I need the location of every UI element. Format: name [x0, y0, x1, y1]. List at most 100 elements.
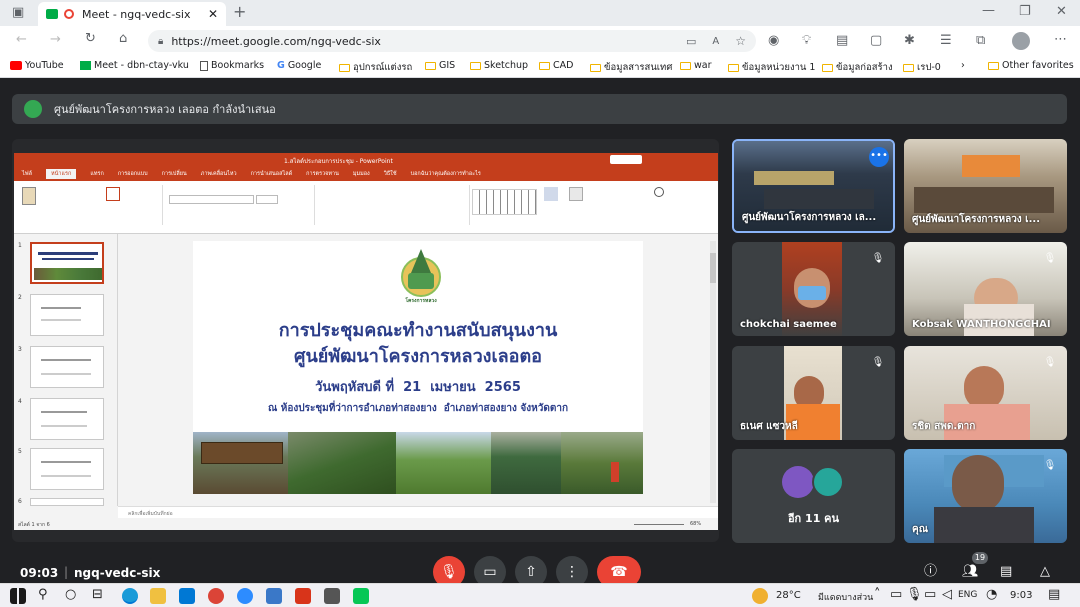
find-icon[interactable] — [654, 187, 664, 197]
windows-start-icon[interactable] — [10, 588, 26, 604]
favorite-star-icon[interactable]: ☆ — [735, 34, 746, 48]
new-slide-icon[interactable] — [106, 187, 120, 201]
quick-styles-icon[interactable] — [569, 187, 583, 201]
mic-tray-icon[interactable]: 🎙︎ — [906, 588, 923, 601]
favorites-icon[interactable]: ☰ — [940, 34, 952, 47]
shapes-gallery[interactable] — [472, 189, 537, 215]
search-icon[interactable]: ⚲ — [38, 588, 48, 601]
bookmark-folder-6[interactable]: war — [680, 60, 712, 71]
self-tile[interactable]: 🎙︎ คุณ — [904, 449, 1067, 543]
network-icon[interactable]: ▭ — [890, 588, 902, 601]
close-tab-icon[interactable]: ✕ — [208, 7, 218, 21]
ppt-menu-design[interactable]: การออกแบบ — [118, 170, 148, 178]
acrobat-app-icon[interactable] — [295, 588, 311, 604]
notifications-icon[interactable]: ▤ — [1048, 588, 1060, 601]
reload-icon[interactable]: ↻ — [85, 32, 96, 45]
line-app-icon[interactable] — [353, 588, 369, 604]
ppt-menu-animations[interactable]: ภาพเคลื่อนไหว — [201, 170, 237, 178]
camera-icon[interactable]: ▭ — [686, 35, 696, 48]
bookmark-meet[interactable]: Meet - dbn-ctay-vku — [80, 60, 189, 71]
ppt-signin[interactable] — [610, 155, 642, 164]
slide-thumb-3[interactable] — [30, 346, 104, 388]
participant-tile-1[interactable]: ศูนย์พัฒนาโครงการหลวง เล... ••• — [732, 139, 895, 233]
window-close-icon[interactable]: ✕ — [1056, 5, 1067, 18]
bookmark-google[interactable]: G Google — [277, 60, 321, 71]
bookmark-folder-2[interactable]: GIS — [425, 60, 455, 71]
slide-thumb-2[interactable] — [30, 294, 104, 336]
ppt-menu-file[interactable]: ไฟล์ — [22, 170, 32, 178]
app-icon-6[interactable] — [266, 588, 282, 604]
extension-icon-3[interactable]: ▤ — [836, 34, 848, 47]
slide-thumb-1[interactable] — [30, 242, 104, 284]
back-icon[interactable]: ← — [16, 33, 27, 46]
volume-icon[interactable]: ◁ — [942, 588, 952, 601]
ppt-menu-view[interactable]: มุมมอง — [353, 170, 370, 178]
zoom-app-icon[interactable] — [237, 588, 253, 604]
activities-icon[interactable]: △ — [1040, 565, 1050, 578]
extension-icon-1[interactable]: ◉ — [768, 34, 779, 47]
slide-scrollbar[interactable] — [710, 241, 716, 503]
ppt-menu-help[interactable]: วิธีใช้ — [384, 170, 397, 178]
chrome-app-icon[interactable] — [208, 588, 224, 604]
participant-tile-5[interactable]: 🎙︎ ธเนศ แซวหลี — [732, 346, 895, 440]
ppt-menu-slideshow[interactable]: การนำเสนอสไลด์ — [251, 170, 293, 178]
slide-thumb-5[interactable] — [30, 448, 104, 490]
address-bar[interactable]: 🔒︎ https://meet.google.com/ngq-vedc-six … — [148, 30, 756, 52]
people-icon[interactable]: 👥︎ — [962, 565, 979, 578]
ppt-menu-insert[interactable]: แทรก — [90, 170, 103, 178]
new-tab-icon[interactable]: + — [233, 4, 246, 20]
wifi-icon[interactable]: ◔ — [986, 588, 997, 601]
arrange-icon[interactable] — [544, 187, 558, 201]
bookmark-folder-7[interactable]: ข้อมูลหน่วยงาน 1 — [728, 60, 815, 75]
extension-icon-2[interactable]: 💡︎ — [802, 34, 811, 47]
chat-icon[interactable]: ▤ — [1000, 565, 1012, 578]
bookmarks-overflow-icon[interactable]: › — [961, 60, 965, 71]
font-box[interactable] — [169, 195, 254, 204]
participant-tile-6[interactable]: 🎙︎ รชิต สพด.ตาก — [904, 346, 1067, 440]
collections-icon[interactable]: ⧉ — [976, 34, 985, 47]
slide-thumb-4[interactable] — [30, 398, 104, 440]
bookmark-bookmarks[interactable]: Bookmarks — [200, 60, 264, 71]
home-icon[interactable]: ⌂ — [119, 32, 127, 45]
restore-icon[interactable]: ❐ — [1019, 5, 1031, 18]
participant-tile-4[interactable]: 🎙︎ Kobsak WANTHONGCHAI — [904, 242, 1067, 336]
language-indicator[interactable]: ENG — [958, 590, 977, 600]
cortana-icon[interactable]: ○ — [65, 588, 76, 601]
puzzle-icon[interactable]: ✱ — [904, 34, 915, 47]
bookmark-folder-1[interactable]: อุปกรณ์แต่งรถ — [339, 60, 412, 75]
paste-icon[interactable] — [22, 187, 36, 205]
bookmark-folder-5[interactable]: ข้อมูลสารสนเทศ — [590, 60, 672, 75]
read-aloud-icon[interactable]: A — [712, 36, 719, 47]
other-favorites[interactable]: Other favorites — [988, 60, 1074, 71]
zoom-slider[interactable] — [634, 524, 684, 525]
participant-tile-2[interactable]: ศูนย์พัฒนาโครงการหลวง เ... — [904, 139, 1067, 233]
tab-actions-icon[interactable]: ▣ — [12, 6, 24, 19]
explorer-app-icon[interactable] — [150, 588, 166, 604]
forward-icon[interactable]: → — [50, 33, 61, 46]
bookmark-folder-3[interactable]: Sketchup — [470, 60, 528, 71]
ppt-tellme[interactable]: บอกฉันว่าคุณต้องการทำอะไร — [411, 170, 481, 178]
ppt-menu-home[interactable]: หน้าแรก — [46, 169, 77, 179]
bookmark-folder-4[interactable]: CAD — [539, 60, 573, 71]
app-icon-8[interactable] — [324, 588, 340, 604]
profile-avatar[interactable] — [1012, 32, 1030, 50]
more-icon[interactable]: ⋯ — [1054, 33, 1067, 46]
extension-icon-4[interactable]: ▢ — [870, 34, 882, 47]
ppt-menu-transitions[interactable]: การเปลี่ยน — [162, 170, 187, 178]
info-icon[interactable]: ⓘ — [924, 565, 937, 578]
ppt-menu-review[interactable]: การตรวจทาน — [306, 170, 339, 178]
minimize-icon[interactable]: — — [982, 4, 995, 17]
others-tile[interactable]: อีก 11 คน — [732, 449, 895, 543]
slide-thumb-6[interactable] — [30, 498, 104, 506]
font-size-box[interactable] — [256, 195, 278, 204]
more-options-icon[interactable]: ••• — [869, 147, 889, 167]
bookmark-folder-8[interactable]: ข้อมูลก่อสร้าง — [822, 60, 893, 75]
task-view-icon[interactable]: ⊟ — [92, 588, 103, 601]
battery-icon[interactable]: ▭ — [924, 588, 936, 601]
mail-app-icon[interactable] — [179, 588, 195, 604]
edge-app-icon[interactable] — [122, 588, 138, 604]
notes-pane[interactable]: คลิกเพื่อเพิ่มบันทึกย่อ — [118, 506, 718, 518]
bookmark-folder-9[interactable]: เรป-0 — [903, 60, 941, 75]
participant-tile-3[interactable]: 🎙︎ chokchai saemee — [732, 242, 895, 336]
browser-tab[interactable]: Meet - ngq-vedc-six ✕ — [38, 2, 226, 26]
